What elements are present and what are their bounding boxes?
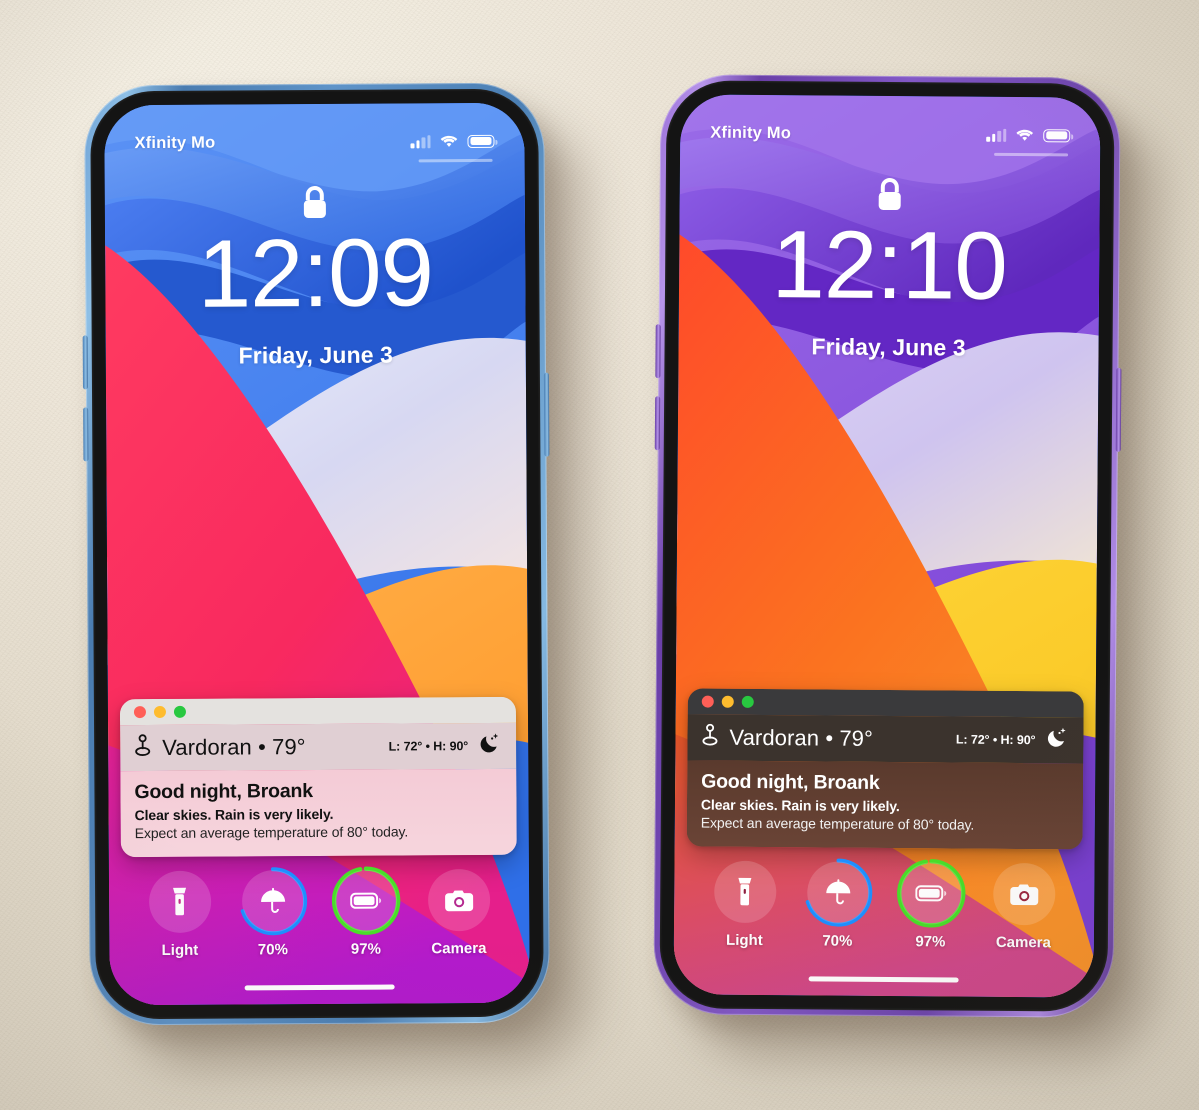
status-bar-right: Xfinity Mo [680,118,1100,157]
volume-up-button[interactable] [655,324,661,379]
location-pin-icon [701,723,718,752]
lock-toolbar-right: Light 70% 97% Camera [674,858,1095,952]
clock-date: Friday, June 3 [238,341,394,369]
high-low-label: L: 72° • H: 90° [388,739,469,754]
zoom-icon[interactable] [173,705,186,718]
toolbar-item-flashlight[interactable]: Light [136,870,223,960]
toolbar-label: 70% [822,932,853,950]
phone-device-left: Xfinity Mo 12:09 Friday, June 3 Vardoran… [82,82,550,1026]
clock-time: 12:09 [197,219,434,328]
carrier-label: Xfinity Mo [710,123,792,142]
toolbar-label: Light [726,931,763,950]
minimize-icon[interactable] [153,705,166,718]
toolbar-item-camera[interactable]: Camera [415,868,502,958]
widget-location-row: Vardoran • 79° L: 72° • H: 90° [687,714,1084,764]
lock-toolbar-left: Light 70% 97% Camera [109,866,530,960]
toolbar-label: 70% [257,941,288,959]
wifi-icon [439,134,458,148]
condition-text: Clear skies. Rain is very likely. [134,805,334,824]
greeting-text: Good night, Broank [701,770,880,794]
home-indicator[interactable] [808,975,959,983]
toolbar-label: 97% [350,940,381,958]
location-pin-icon [134,733,151,763]
status-icons [410,134,495,163]
camera-icon[interactable] [992,862,1056,926]
average-temp-text: Expect an average temperature of 80° tod… [134,823,409,842]
carrier-label: Xfinity Mo [134,133,216,152]
volume-up-button[interactable] [82,335,88,390]
toolbar-label: Camera [431,939,487,958]
location-label: Vardoran • 79° [729,724,874,751]
toolbar-label: Camera [995,933,1051,952]
volume-down-button[interactable] [654,396,661,451]
greeting-text: Good night, Broank [134,780,313,804]
cellular-bars-icon [986,128,1007,142]
power-button[interactable] [1115,367,1122,452]
minimize-icon[interactable] [721,695,734,708]
widget-body: Good night, Broank Clear skies. Rain is … [120,768,517,858]
clock-time: 12:10 [771,211,1008,320]
toolbar-item-camera[interactable]: Camera [980,862,1067,952]
toolbar-item-umbrella[interactable]: 70% [794,858,881,950]
home-indicator[interactable] [244,984,395,991]
moon-stars-icon [1044,725,1069,755]
toolbar-label: Light [161,941,199,959]
close-icon[interactable] [133,706,146,719]
wifi-icon [1015,128,1034,142]
lock-screen-right[interactable]: Xfinity Mo 12:10 Friday, June 3 Vardoran… [673,94,1101,998]
battery-full-icon [1043,128,1071,143]
flashlight-icon[interactable] [713,860,777,924]
weather-widget-right[interactable]: Vardoran • 79° L: 72° • H: 90° Good nigh… [686,688,1084,850]
camera-icon[interactable] [427,868,490,932]
umbrella-icon[interactable] [806,861,870,924]
condition-text: Clear skies. Rain is very likely. [700,796,900,815]
status-underline [994,152,1069,157]
location-label: Vardoran • 79° [162,734,306,760]
volume-down-button[interactable] [83,407,89,462]
lock-screen-left[interactable]: Xfinity Mo 12:09 Friday, June 3 Vardoran… [104,102,530,1006]
flashlight-icon[interactable] [148,870,211,934]
toolbar-item-flashlight[interactable]: Light [701,860,788,950]
toolbar-label: 97% [915,933,946,951]
umbrella-icon[interactable] [241,870,304,933]
status-underline [418,158,493,163]
status-bar-left: Xfinity Mo [104,127,524,163]
battery-icon[interactable] [334,869,397,932]
widget-location-row: Vardoran • 79° L: 72° • H: 90° [120,722,517,772]
toolbar-item-battery[interactable]: 97% [887,859,974,951]
lock-closed-icon [105,183,525,226]
widget-body: Good night, Broank Clear skies. Rain is … [686,760,1084,850]
toolbar-item-umbrella[interactable]: 70% [229,867,316,959]
power-button[interactable] [543,372,550,457]
average-temp-text: Expect an average temperature of 80° tod… [700,814,975,833]
phone-device-right: Xfinity Mo 12:10 Friday, June 3 Vardoran… [653,74,1122,1018]
battery-icon[interactable] [899,862,963,925]
widget-titlebar [687,688,1084,718]
status-icons [986,128,1071,157]
cellular-bars-icon [410,134,431,149]
battery-full-icon [467,134,495,149]
weather-widget-left[interactable]: Vardoran • 79° L: 72° • H: 90° Good nigh… [119,696,517,858]
close-icon[interactable] [701,695,714,708]
clock-date: Friday, June 3 [811,333,966,361]
zoom-icon[interactable] [741,695,754,708]
high-low-label: L: 72° • H: 90° [955,732,1036,748]
widget-titlebar [119,696,517,726]
toolbar-item-battery[interactable]: 97% [322,866,409,958]
moon-stars-icon [477,731,502,761]
